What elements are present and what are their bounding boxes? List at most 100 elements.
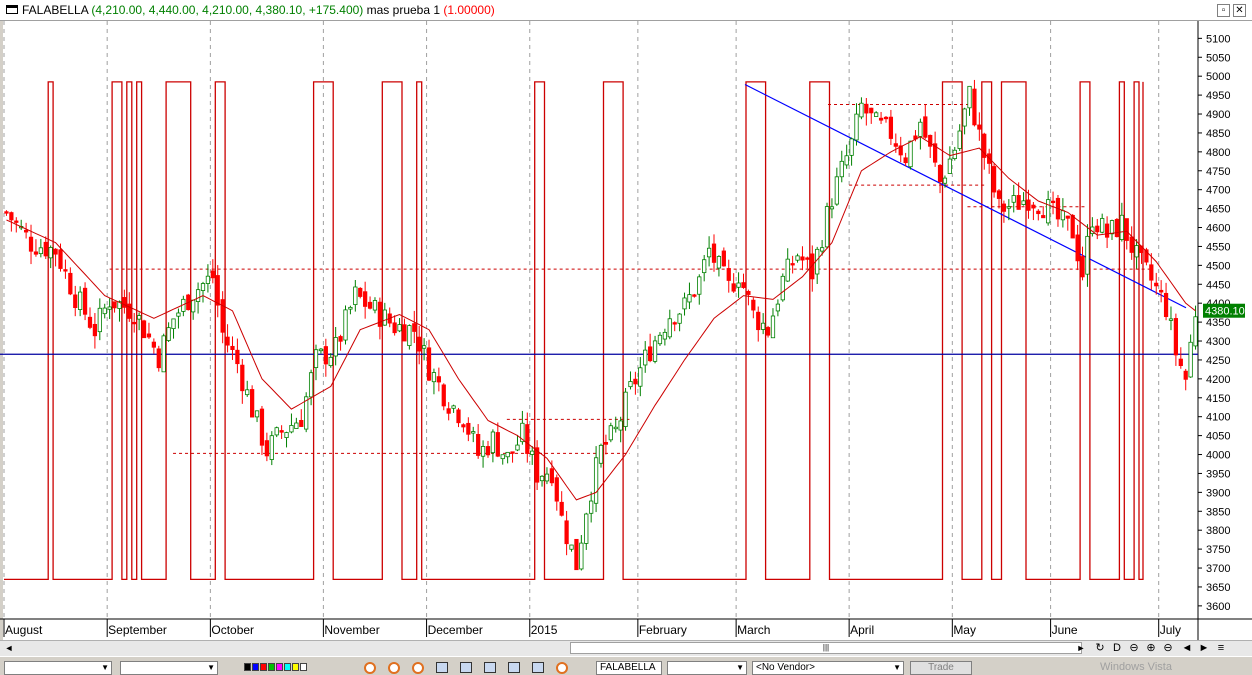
layout-icon[interactable]: [436, 662, 448, 673]
candle-body: [770, 315, 776, 339]
candle-body: [1183, 370, 1188, 380]
candle-body: [643, 349, 648, 366]
candle-body: [1173, 318, 1179, 356]
candle-body: [367, 301, 373, 309]
style-combo[interactable]: ▼: [4, 661, 112, 675]
candle-body: [1060, 210, 1065, 221]
candle-body: [751, 299, 756, 311]
chart-tool-icon[interactable]: [388, 662, 400, 674]
refresh-icon[interactable]: ↻: [1093, 642, 1107, 655]
candle-body: [333, 337, 338, 357]
candle-body: [535, 447, 540, 483]
candle-body: [68, 272, 73, 295]
chart-title-bar: FALABELLA (4,210.00, 4,440.00, 4,210.00,…: [0, 0, 1252, 21]
trade-button[interactable]: Trade: [910, 661, 972, 675]
color-swatch[interactable]: [252, 663, 259, 671]
color-swatch[interactable]: [292, 663, 299, 671]
candle-body: [279, 430, 284, 433]
price-chart[interactable]: August September October November December 20…: [0, 21, 1252, 640]
candle-body: [441, 384, 446, 407]
candle-body: [225, 336, 230, 346]
menu-icon[interactable]: ≡: [1214, 642, 1228, 655]
scroll-left-icon[interactable]: ◄: [2, 642, 16, 655]
restore-button[interactable]: ▫: [1217, 4, 1230, 17]
candle-body: [426, 347, 432, 381]
month-label: December: [428, 623, 483, 637]
color-swatch[interactable]: [276, 663, 283, 671]
candle-body: [918, 121, 923, 137]
color-swatch[interactable]: [268, 663, 275, 671]
vendor-combo[interactable]: <No Vendor> ▼: [752, 661, 904, 675]
symbol-combo[interactable]: FALABELLA: [596, 661, 662, 675]
candle-body: [967, 85, 972, 109]
color-swatch[interactable]: [284, 663, 291, 671]
scroll-back-icon[interactable]: ◄: [1180, 642, 1194, 655]
candle-body: [613, 426, 618, 430]
chart-tool-icon[interactable]: [556, 662, 568, 674]
candle-body: [991, 166, 997, 193]
candle-body: [1036, 210, 1041, 215]
layout-icon[interactable]: [460, 662, 472, 673]
layout-icon[interactable]: [484, 662, 496, 673]
candle-body: [9, 212, 14, 221]
candle-body: [240, 364, 245, 392]
zoom-out-icon[interactable]: ⊖: [1127, 642, 1141, 655]
scroll-thumb[interactable]: |||: [570, 642, 1082, 654]
candle-body: [250, 389, 255, 418]
scroll-right-icon[interactable]: ►: [1074, 642, 1088, 655]
daily-interval-icon[interactable]: D: [1110, 642, 1124, 655]
interval-combo[interactable]: ▼: [667, 661, 747, 675]
candle-body: [589, 500, 594, 514]
price-tick-label: 4250: [1206, 355, 1230, 367]
candle-body: [146, 333, 152, 338]
price-tick-label: 3600: [1206, 601, 1230, 613]
candle-body: [505, 451, 510, 458]
color-swatch[interactable]: [260, 663, 267, 671]
candle-body: [697, 276, 702, 295]
price-tick-label: 4500: [1206, 260, 1230, 272]
chart-tool-icon[interactable]: [412, 662, 424, 674]
price-tick-label: 3900: [1206, 487, 1230, 499]
line-width-combo[interactable]: ▼: [120, 661, 218, 675]
price-tick-label: 4450: [1206, 279, 1230, 291]
candle-body: [874, 112, 879, 117]
candle-body: [726, 268, 731, 281]
candle-body: [854, 113, 859, 141]
month-label: February: [639, 623, 687, 637]
color-swatch[interactable]: [244, 663, 251, 671]
chevron-down-icon: ▼: [101, 663, 109, 672]
month-label: September: [108, 623, 167, 637]
zoom-in-icon[interactable]: ⊕: [1144, 642, 1158, 655]
layout-icon[interactable]: [508, 662, 520, 673]
candle-body: [996, 190, 1002, 199]
candle-body: [618, 420, 623, 431]
candle-body: [1134, 245, 1139, 258]
zoom-reset-icon[interactable]: ⊖: [1161, 642, 1175, 655]
candle-body: [1100, 218, 1105, 233]
close-button[interactable]: ✕: [1233, 4, 1246, 17]
layout-icon[interactable]: [532, 662, 544, 673]
candle-body: [1178, 358, 1183, 367]
chart-tool-icon[interactable]: [364, 662, 376, 674]
horizontal-scrollbar[interactable]: ◄ ||| ► ↻ D ⊖ ⊕ ⊖ ◄ ► ≡: [0, 640, 1252, 656]
candle-body: [195, 289, 201, 302]
candle-body: [702, 259, 707, 274]
candle-body: [648, 346, 653, 362]
candle-body: [687, 294, 692, 303]
candle-body: [657, 334, 663, 345]
price-tick-label: 3650: [1206, 582, 1230, 594]
candle-body: [122, 297, 127, 308]
month-label: August: [5, 623, 43, 637]
color-swatch[interactable]: [300, 663, 307, 671]
scroll-forward-icon[interactable]: ►: [1197, 642, 1211, 655]
windows-watermark: Windows Vista: [1100, 661, 1172, 673]
candle-body: [436, 376, 441, 383]
price-tick-label: 4100: [1206, 412, 1230, 424]
candle-body: [775, 303, 781, 312]
month-label: May: [953, 623, 976, 637]
candle-body: [353, 286, 358, 306]
candle-body: [107, 306, 112, 310]
candle-body: [819, 247, 825, 252]
candle-body: [834, 176, 839, 205]
candle-body: [1050, 200, 1056, 204]
